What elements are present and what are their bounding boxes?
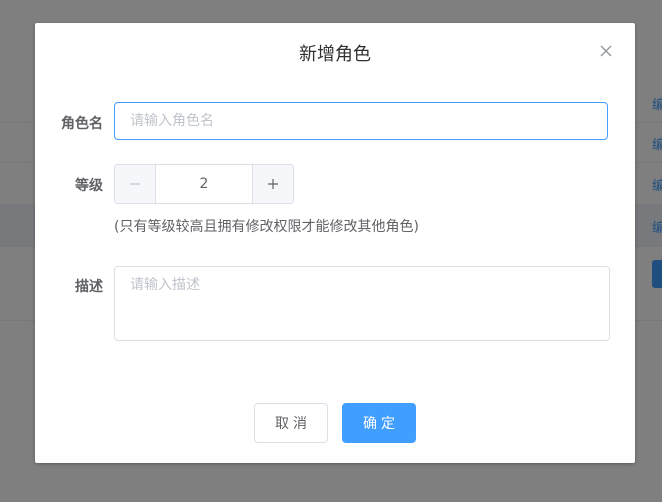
minus-icon — [130, 183, 140, 185]
close-button[interactable] — [596, 41, 616, 61]
role-name-label: 角色名 — [61, 116, 103, 132]
level-value[interactable]: 2 — [156, 165, 252, 203]
role-name-input[interactable] — [114, 102, 608, 140]
level-stepper: 2 — [114, 164, 294, 204]
plus-icon — [268, 179, 278, 189]
add-role-dialog: 新增角色 角色名 等级 2 (只有等级较高且拥有修改权限才能修改其他角色) 描述… — [35, 23, 635, 463]
level-hint: (只有等级较高且拥有修改权限才能修改其他角色) — [114, 219, 419, 235]
level-label: 等级 — [75, 178, 103, 194]
dialog-title: 新增角色 — [299, 44, 371, 65]
description-textarea[interactable] — [114, 266, 610, 341]
increase-button[interactable] — [252, 165, 293, 203]
close-icon — [600, 45, 612, 57]
decrease-button[interactable] — [115, 165, 156, 203]
description-label: 描述 — [75, 279, 103, 295]
confirm-button[interactable]: 确定 — [342, 403, 416, 443]
cancel-button[interactable]: 取消 — [254, 403, 328, 443]
